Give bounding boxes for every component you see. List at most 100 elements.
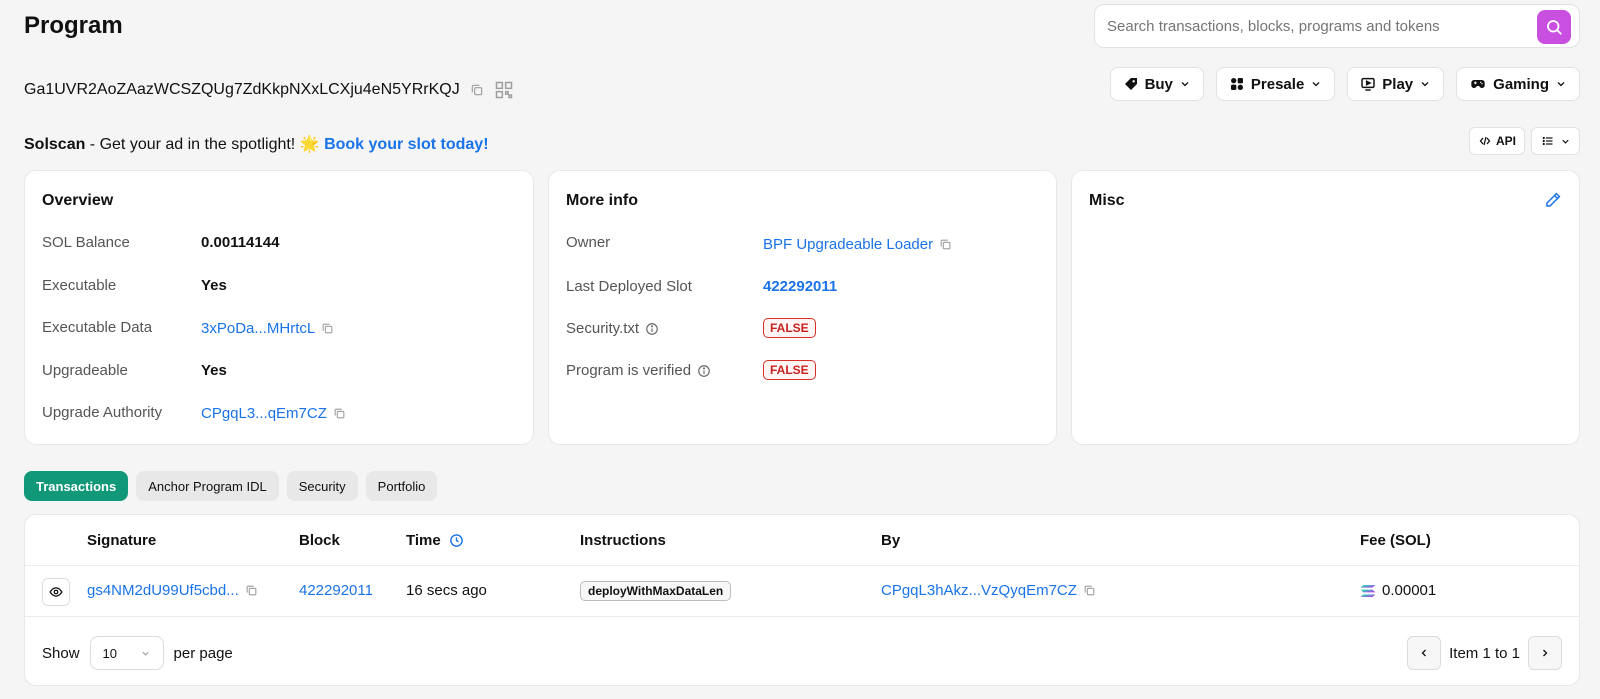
chevron-down-icon (1562, 139, 1569, 144)
owner-link[interactable]: BPF Upgradeable Loader (763, 236, 933, 253)
page-title: Program (24, 12, 123, 39)
copy-signer-button[interactable] (1083, 584, 1096, 597)
program-verified-label: Program is verified (566, 362, 711, 379)
column-header-signature: Signature (87, 532, 157, 549)
buy-label: Buy (1144, 75, 1173, 93)
block-link[interactable]: 422292011 (299, 582, 373, 599)
info-icon[interactable] (645, 322, 659, 336)
time-value: 16 secs ago (406, 582, 487, 599)
executable-data-value: 3xPoDa...MHrtcL (201, 320, 334, 337)
tab-bar: Transactions Anchor Program IDL Security… (24, 471, 438, 501)
by-cell: CPgqL3hAkz...VzQyqEm7CZ (881, 582, 1096, 599)
overview-card: Overview SOL Balance 0.00114144 Executab… (24, 170, 534, 445)
sol-balance-label: SOL Balance (42, 234, 130, 251)
instructions-cell: deployWithMaxDataLen (580, 581, 732, 601)
play-menu-button[interactable]: Play (1347, 67, 1445, 101)
code-icon (1479, 136, 1491, 146)
copy-icon (940, 239, 951, 250)
top-menu: Buy Presale Play Gaming (1109, 67, 1580, 101)
qr-code-button[interactable] (494, 80, 514, 100)
misc-card: Misc (1071, 170, 1580, 445)
copy-signature-button[interactable] (245, 584, 258, 597)
per-page-select[interactable]: 10 (89, 636, 164, 670)
misc-title: Misc (1089, 192, 1125, 209)
executable-label: Executable (42, 277, 117, 294)
more-info-card: More info Owner BPF Upgradeable Loader L… (548, 170, 1057, 445)
page-info: Item 1 to 1 (1449, 644, 1520, 662)
qr-code-icon (495, 81, 512, 99)
more-info-title: More info (566, 192, 638, 209)
time-header-label: Time (406, 532, 441, 549)
tab-transactions[interactable]: Transactions (24, 471, 129, 501)
copy-icon (246, 585, 257, 596)
next-page-button[interactable] (1528, 636, 1562, 670)
executable-value: Yes (201, 277, 227, 294)
api-button[interactable]: API (1468, 127, 1525, 155)
search-bar[interactable] (1094, 4, 1580, 48)
copy-upgrade-authority-button[interactable] (333, 407, 346, 420)
status-badge: FALSE (763, 318, 816, 338)
presale-icon (1230, 78, 1243, 90)
column-header-time: Time (406, 532, 464, 549)
search-input[interactable] (1107, 5, 1527, 47)
program-address: Ga1UVR2AoZAazWCSZQUg7ZdKkpNXxLCXju4eN5YR… (24, 81, 460, 98)
search-icon (1547, 20, 1562, 35)
previous-page-button[interactable] (1407, 636, 1442, 670)
view-details-button[interactable] (42, 578, 70, 606)
signature-link[interactable]: gs4NM2dU99Uf5cbd... (87, 582, 239, 599)
divider (25, 616, 1579, 617)
copy-executable-data-button[interactable] (321, 322, 334, 335)
ad-cta-link[interactable]: Book your slot today! (324, 136, 488, 153)
signature-cell: gs4NM2dU99Uf5cbd... (87, 582, 258, 599)
ad-banner: Solscan - Get your ad in the spotlight! … (24, 134, 489, 154)
per-page-value: 10 (102, 645, 117, 661)
copy-owner-button[interactable] (939, 238, 952, 251)
presale-menu-button[interactable]: Presale (1215, 67, 1336, 101)
chevron-down-icon (141, 651, 149, 656)
ad-text: - Get your ad in the spotlight! (85, 136, 300, 153)
column-header-fee: Fee (SOL) (1360, 532, 1431, 549)
tab-anchor-program-idl[interactable]: Anchor Program IDL (136, 471, 279, 501)
executable-data-label: Executable Data (42, 319, 153, 336)
info-icon[interactable] (697, 364, 711, 378)
gaming-menu-button[interactable]: Gaming (1456, 67, 1580, 101)
column-header-by: By (881, 532, 901, 549)
gaming-label: Gaming (1493, 75, 1549, 93)
pagination: Item 1 to 1 (1407, 636, 1562, 670)
upgradeable-label: Upgradeable (42, 362, 128, 379)
security-txt-value: FALSE (763, 318, 816, 338)
security-txt-label: Security.txt (566, 320, 659, 337)
copy-address-button[interactable] (470, 83, 484, 97)
security-txt-text: Security.txt (566, 320, 640, 337)
chevron-left-icon (1421, 649, 1427, 657)
transactions-table: Signature Block Time Instructions By Fee… (24, 514, 1580, 686)
executable-data-link[interactable]: 3xPoDa...MHrtcL (201, 320, 315, 337)
fee-value: 0.00001 (1382, 582, 1437, 599)
solana-logo-icon (1360, 584, 1376, 597)
last-deployed-slot-link[interactable]: 422292011 (763, 278, 837, 295)
list-options-button[interactable] (1531, 127, 1580, 155)
signer-link[interactable]: CPgqL3hAkz...VzQyqEm7CZ (881, 582, 1077, 599)
upgrade-authority-link[interactable]: CPgqL3...qEm7CZ (201, 405, 327, 422)
upgrade-authority-label: Upgrade Authority (42, 404, 163, 421)
clock-icon[interactable] (449, 533, 464, 548)
list-icon (1542, 136, 1553, 146)
chevron-down-icon (1421, 82, 1429, 87)
pencil-icon (1546, 192, 1561, 207)
status-badge: FALSE (763, 360, 816, 380)
tab-security[interactable]: Security (286, 471, 358, 501)
column-header-block: Block (299, 532, 340, 549)
buy-menu-button[interactable]: Buy (1109, 67, 1204, 101)
search-button[interactable] (1537, 10, 1571, 44)
tab-portfolio[interactable]: Portfolio (365, 471, 438, 501)
ad-brand: Solscan (24, 136, 86, 153)
gamepad-icon (1471, 80, 1485, 88)
last-deployed-slot-label: Last Deployed Slot (566, 278, 692, 295)
sol-balance-value: 0.00114144 (201, 234, 280, 251)
copy-icon (471, 84, 482, 96)
api-controls: API (1468, 127, 1580, 155)
api-label: API (1495, 134, 1516, 148)
copy-icon (322, 323, 333, 334)
edit-misc-button[interactable] (1544, 191, 1562, 209)
per-page-label: per page (173, 644, 233, 662)
